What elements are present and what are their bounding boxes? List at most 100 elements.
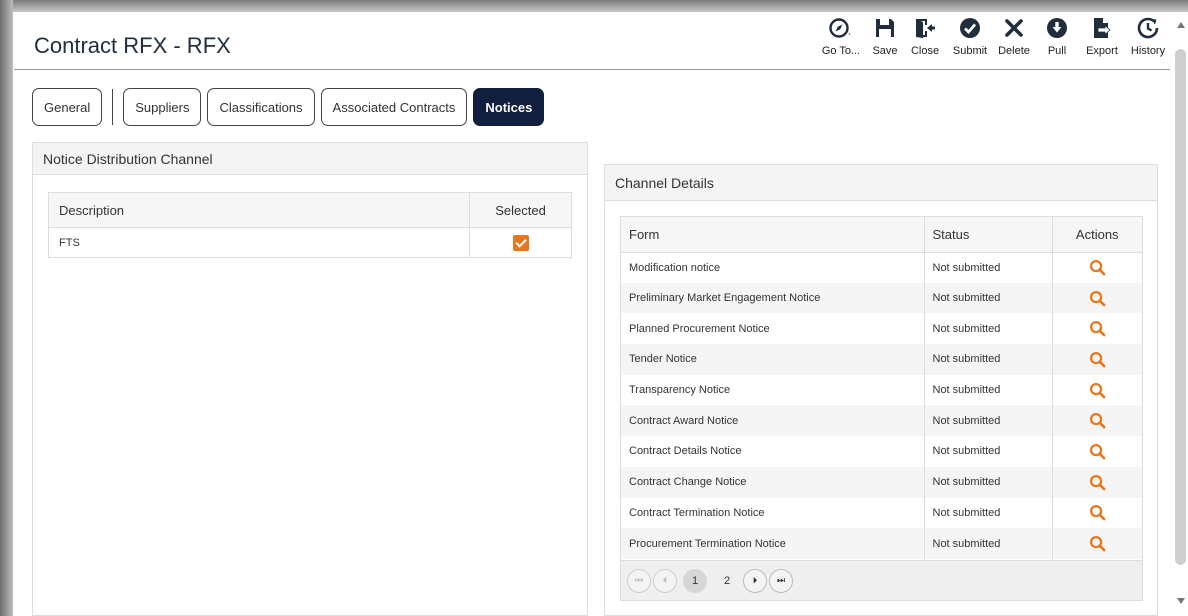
table-row: Preliminary Market Engagement Notice Not… <box>621 282 1142 314</box>
distribution-description: FTS <box>48 227 470 258</box>
last-page-button[interactable]: ⏭ <box>769 568 793 593</box>
magnifier-icon[interactable] <box>1089 259 1106 276</box>
table-row: Tender Notice Not submitted <box>621 344 1142 375</box>
history-button[interactable]: History <box>1126 16 1170 57</box>
channel-table-container: Form Status Actions Modification notice … <box>620 216 1143 601</box>
tab-notices[interactable]: Notices <box>473 88 545 126</box>
pull-label: Pull <box>1047 45 1067 57</box>
tab-suppliers[interactable]: Suppliers <box>123 88 202 126</box>
save-icon <box>876 19 894 37</box>
form-name: Modification notice <box>621 252 925 283</box>
form-status: Not submitted <box>924 252 1053 283</box>
magnifier-icon[interactable] <box>1089 351 1106 368</box>
close-label: Close <box>910 45 940 57</box>
compass-icon <box>829 18 851 38</box>
history-label: History <box>1130 45 1166 57</box>
form-name: Contract Termination Notice <box>621 497 925 529</box>
table-row: Procurement Termination Notice Not submi… <box>621 528 1142 559</box>
column-header-actions: Actions <box>1052 217 1142 253</box>
table-row: Contract Change Notice Not submitted <box>621 466 1142 498</box>
table-row: Planned Procurement Notice Not submitted <box>621 313 1142 345</box>
close-door-icon <box>916 19 935 38</box>
form-status: Not submitted <box>924 282 1053 314</box>
column-header-form: Form <box>621 217 925 253</box>
first-page-button[interactable]: ⏮ <box>627 568 651 593</box>
form-status: Not submitted <box>924 374 1053 406</box>
delete-label: Delete <box>998 45 1030 57</box>
submit-button[interactable]: Submit <box>948 16 992 57</box>
channel-table: Form Status Actions Modification notice … <box>621 217 1142 559</box>
form-name: Tender Notice <box>621 344 925 375</box>
form-status: Not submitted <box>924 466 1053 498</box>
form-status: Not submitted <box>924 313 1053 345</box>
previous-page-button[interactable]: ⏴ <box>653 568 677 593</box>
form-name: Planned Procurement Notice <box>621 313 925 345</box>
form-name: Contract Details Notice <box>621 436 925 467</box>
notice-distribution-heading: Notice Distribution Channel <box>33 143 587 175</box>
export-doc-icon <box>1094 18 1111 38</box>
form-status: Not submitted <box>924 528 1053 559</box>
form-status: Not submitted <box>924 344 1053 375</box>
history-icon <box>1137 17 1159 39</box>
page-1-button[interactable]: 1 <box>683 568 707 593</box>
channel-details-panel: Channel Details Form Status Actions Modi… <box>604 164 1158 616</box>
page-2-button[interactable]: 2 <box>715 569 739 593</box>
page: Contract RFX - RFX Go To... Save Close S… <box>14 12 1170 616</box>
form-status: Not submitted <box>924 405 1053 437</box>
table-row: Transparency Notice Not submitted <box>621 374 1142 406</box>
export-button[interactable]: Export <box>1080 16 1124 57</box>
delete-button[interactable]: Delete <box>994 16 1034 57</box>
magnifier-icon[interactable] <box>1089 535 1106 552</box>
magnifier-icon[interactable] <box>1089 412 1106 429</box>
magnifier-icon[interactable] <box>1089 382 1106 399</box>
window-frame-top <box>0 0 1188 12</box>
export-label: Export <box>1086 45 1118 57</box>
toolbar: Go To... Save Close Submit Delete Pull E… <box>814 16 1170 57</box>
scrollbar-thumb[interactable] <box>1175 49 1186 565</box>
table-row: Contract Termination Notice Not submitte… <box>621 497 1142 529</box>
form-status: Not submitted <box>924 436 1053 467</box>
save-button[interactable]: Save <box>868 16 902 57</box>
page-title: Contract RFX - RFX <box>34 33 231 58</box>
goto-label: Go To... <box>821 45 861 57</box>
tab-classifications[interactable]: Classifications <box>207 88 315 126</box>
table-row: Contract Award Notice Not submitted <box>621 405 1142 437</box>
x-icon <box>1005 19 1023 37</box>
table-row: Modification notice Not submitted <box>621 252 1142 283</box>
scroll-down-arrow-icon[interactable] <box>1177 598 1185 604</box>
save-label: Save <box>872 45 898 57</box>
table-row: Contract Details Notice Not submitted <box>621 436 1142 467</box>
column-header-selected: Selected <box>469 192 572 228</box>
magnifier-icon[interactable] <box>1089 290 1106 307</box>
tab-bar: General Suppliers Classifications Associ… <box>32 88 550 126</box>
selected-checkbox[interactable] <box>512 234 529 251</box>
magnifier-icon[interactable] <box>1089 474 1106 491</box>
tab-associated-contracts[interactable]: Associated Contracts <box>320 88 468 126</box>
vertical-scrollbar[interactable] <box>1173 12 1188 616</box>
channel-details-heading: Channel Details <box>605 165 1157 201</box>
form-name: Transparency Notice <box>621 374 925 406</box>
submit-label: Submit <box>952 45 988 57</box>
tab-general[interactable]: General <box>32 88 103 126</box>
form-status: Not submitted <box>924 497 1053 529</box>
close-button[interactable]: Close <box>904 16 946 57</box>
magnifier-icon[interactable] <box>1089 320 1106 337</box>
window-frame-left <box>0 0 13 616</box>
magnifier-icon[interactable] <box>1089 443 1106 460</box>
form-name: Contract Award Notice <box>621 405 925 437</box>
form-name: Contract Change Notice <box>621 466 925 498</box>
column-header-status: Status <box>924 217 1053 253</box>
pull-button[interactable]: Pull <box>1036 16 1078 57</box>
download-circle-icon <box>1047 18 1067 38</box>
table-row[interactable]: FTS <box>48 227 572 258</box>
scroll-up-arrow-icon[interactable] <box>1177 22 1185 28</box>
goto-button[interactable]: Go To... <box>816 16 866 57</box>
column-header-description: Description <box>48 192 470 228</box>
form-name: Procurement Termination Notice <box>621 528 925 559</box>
next-page-button[interactable]: ⏵ <box>743 568 767 593</box>
pagination: ⏮ ⏴ 1 2 ⏵ ⏭ <box>621 560 1142 600</box>
tab-separator <box>112 89 114 125</box>
form-name: Preliminary Market Engagement Notice <box>621 282 925 314</box>
magnifier-icon[interactable] <box>1089 504 1106 521</box>
notice-distribution-panel: Notice Distribution Channel Description … <box>32 142 588 616</box>
